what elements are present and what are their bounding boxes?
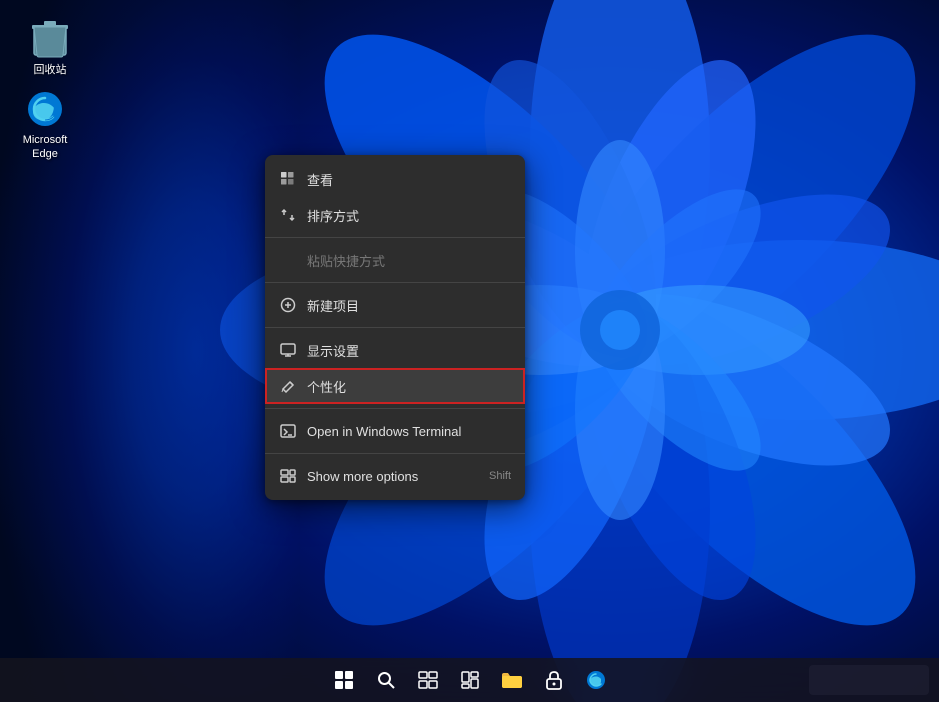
divider-3 <box>265 327 525 328</box>
desktop: 回收站 Microsoft Edge 查看 <box>0 0 939 702</box>
context-menu: 查看 排序方式 粘贴快捷方式 <box>265 155 525 500</box>
view-label: 查看 <box>307 170 511 189</box>
more-options-label: Show more options <box>307 469 479 484</box>
edge-label: Microsoft Edge <box>14 133 76 162</box>
more-options-shortcut: Shift <box>489 470 511 482</box>
taskbar-start-button[interactable] <box>324 660 364 700</box>
menu-item-view[interactable]: 查看 <box>265 161 525 197</box>
display-label: 显示设置 <box>307 341 511 360</box>
more-options-icon <box>279 467 297 485</box>
sort-icon <box>279 206 297 224</box>
taskbar <box>0 658 939 702</box>
sort-label: 排序方式 <box>307 206 511 225</box>
terminal-icon <box>279 422 297 440</box>
menu-item-sort[interactable]: 排序方式 <box>265 197 525 233</box>
grid-icon <box>279 170 297 188</box>
desktop-icon-edge[interactable]: Microsoft Edge <box>10 85 80 166</box>
divider-1 <box>265 237 525 238</box>
menu-item-paste-shortcut[interactable]: 粘贴快捷方式 <box>265 242 525 278</box>
personalize-label: 个性化 <box>307 377 511 396</box>
display-icon <box>279 341 297 359</box>
menu-item-more-options[interactable]: Show more options Shift <box>265 458 525 494</box>
taskbar-edge-button[interactable] <box>576 660 616 700</box>
desktop-icon-recycle-bin[interactable]: 回收站 <box>15 15 85 81</box>
taskbar-lock-button[interactable] <box>534 660 574 700</box>
divider-4 <box>265 408 525 409</box>
divider-2 <box>265 282 525 283</box>
edge-icon <box>25 89 65 129</box>
paste-shortcut-label: 粘贴快捷方式 <box>307 251 511 270</box>
menu-item-personalize[interactable]: 个性化 <box>265 368 525 404</box>
divider-5 <box>265 453 525 454</box>
pencil-icon <box>279 377 297 395</box>
taskbar-pinned-icons <box>324 660 616 700</box>
taskbar-widgets-button[interactable] <box>450 660 490 700</box>
taskbar-search-button[interactable] <box>366 660 406 700</box>
taskbar-explorer-button[interactable] <box>492 660 532 700</box>
menu-item-new[interactable]: 新建项目 <box>265 287 525 323</box>
taskbar-taskview-button[interactable] <box>408 660 448 700</box>
terminal-label: Open in Windows Terminal <box>307 424 511 439</box>
paste-icon <box>279 251 297 269</box>
recycle-bin-icon <box>30 19 70 59</box>
recycle-bin-label: 回收站 <box>34 63 67 77</box>
menu-item-terminal[interactable]: Open in Windows Terminal <box>265 413 525 449</box>
taskbar-system-tray <box>809 665 929 695</box>
new-item-label: 新建项目 <box>307 296 511 315</box>
new-item-icon <box>279 296 297 314</box>
menu-item-display[interactable]: 显示设置 <box>265 332 525 368</box>
